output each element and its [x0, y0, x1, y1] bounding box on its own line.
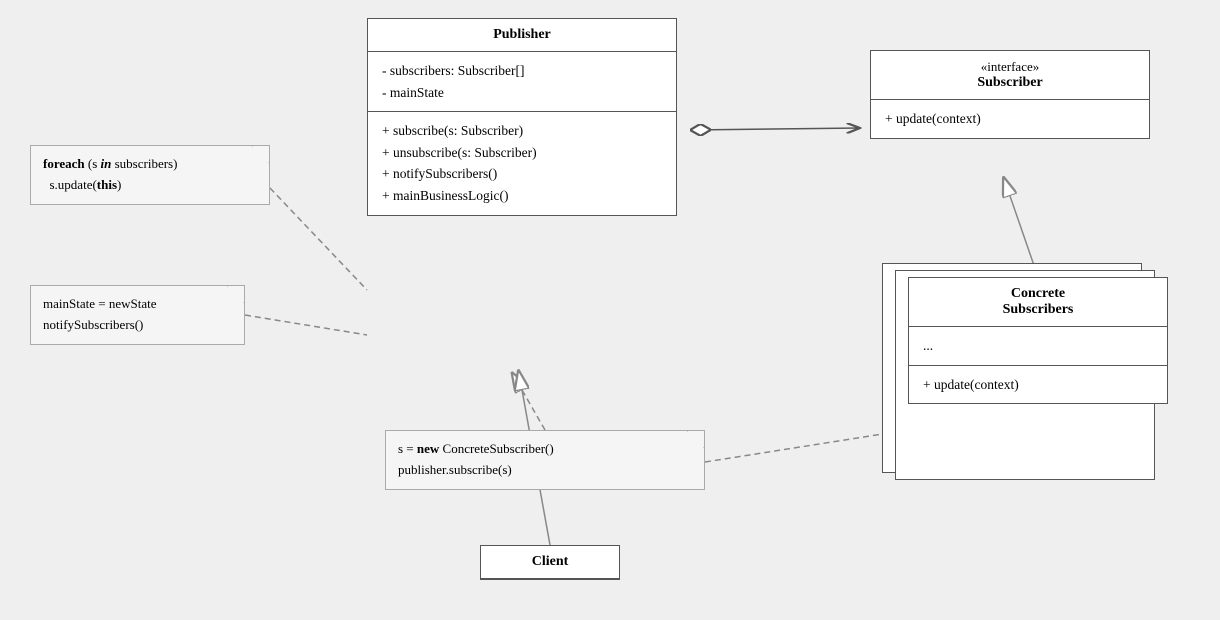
- note-client: s = new ConcreteSubscriber() publisher.s…: [385, 430, 705, 490]
- client-header: Client: [481, 546, 619, 579]
- publisher-box: Publisher - subscribers: Subscriber[] - …: [367, 18, 677, 216]
- publisher-method-4: + mainBusinessLogic(): [382, 185, 662, 207]
- subscriber-methods: + update(context): [871, 100, 1149, 138]
- client-title: Client: [532, 554, 569, 569]
- subscriber-header: «interface» Subscriber: [871, 51, 1149, 100]
- publisher-method-2: + unsubscribe(s: Subscriber): [382, 142, 662, 164]
- subscriber-method-1: + update(context): [885, 108, 1135, 130]
- subscriber-box: «interface» Subscriber + update(context): [870, 50, 1150, 139]
- publisher-header: Publisher: [368, 19, 676, 52]
- diagram-container: Publisher - subscribers: Subscriber[] - …: [0, 0, 1220, 620]
- subscriber-title: Subscriber: [887, 75, 1133, 91]
- client-box: Client: [480, 545, 620, 580]
- note-client-line1: s = new ConcreteSubscriber(): [398, 439, 692, 460]
- note-foreach-line1: foreach (s in subscribers): [43, 154, 257, 175]
- note-foreach-line2: s.update(this): [43, 175, 257, 196]
- note-mainstate-line2: notifySubscribers(): [43, 315, 232, 336]
- publisher-field-1: - subscribers: Subscriber[]: [382, 60, 662, 82]
- note-foreach: foreach (s in subscribers) s.update(this…: [30, 145, 270, 205]
- concrete-section-2: + update(context): [909, 366, 1167, 404]
- concrete-title: ConcreteSubscribers: [1003, 286, 1074, 317]
- publisher-field-2: - mainState: [382, 82, 662, 104]
- publisher-methods: + subscribe(s: Subscriber) + unsubscribe…: [368, 112, 676, 214]
- note-foreach-kw-in: in: [101, 156, 112, 171]
- concrete-subscribers-box: ConcreteSubscribers ... + update(context…: [908, 277, 1168, 404]
- publisher-title: Publisher: [493, 27, 551, 42]
- note-mainstate-line1: mainState = newState: [43, 294, 232, 315]
- note-foreach-kw1: foreach: [43, 156, 85, 171]
- concrete-method: + update(context): [923, 374, 1153, 396]
- concrete-header: ConcreteSubscribers: [909, 278, 1167, 327]
- note-client-line2: publisher.subscribe(s): [398, 460, 692, 481]
- concrete-ellipsis: ...: [923, 335, 1153, 357]
- publisher-method-3: + notifySubscribers(): [382, 163, 662, 185]
- note-mainstate: mainState = newState notifySubscribers(): [30, 285, 245, 345]
- subscriber-stereotype: «interface»: [887, 59, 1133, 75]
- publisher-method-1: + subscribe(s: Subscriber): [382, 120, 662, 142]
- publisher-fields: - subscribers: Subscriber[] - mainState: [368, 52, 676, 112]
- concrete-section-1: ...: [909, 327, 1167, 366]
